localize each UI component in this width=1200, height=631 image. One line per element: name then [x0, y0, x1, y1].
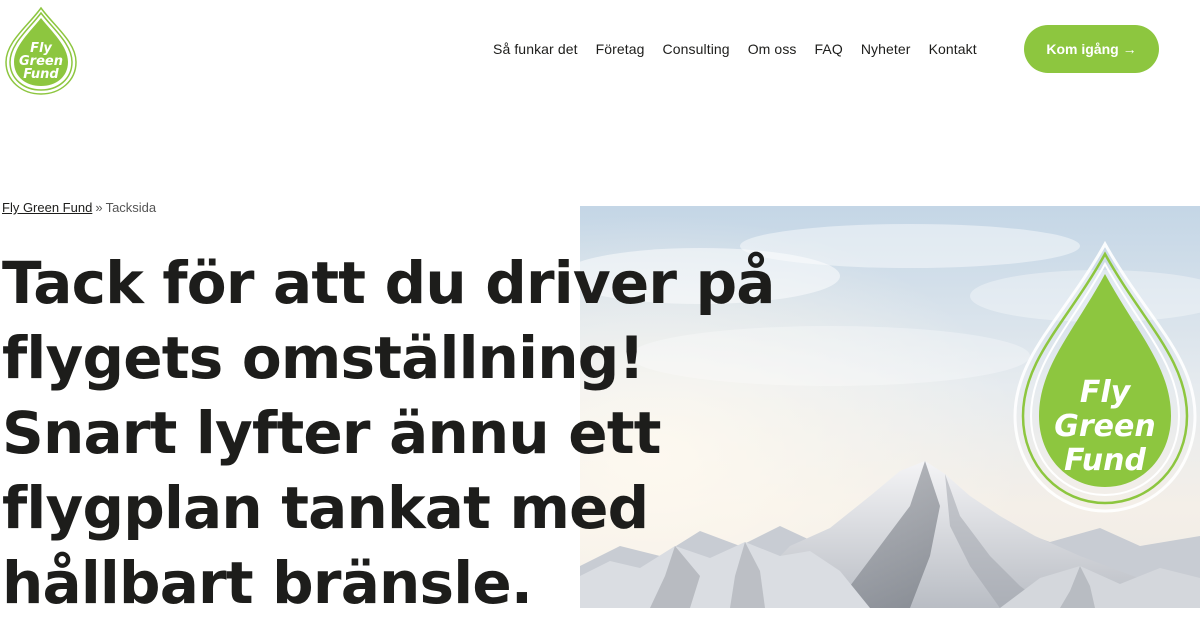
- nav-item-nyheter[interactable]: Nyheter: [861, 41, 911, 57]
- nav-item-consulting[interactable]: Consulting: [663, 41, 730, 57]
- headline-line: hållbart bränsle.: [2, 549, 533, 617]
- breadcrumb-current: Tacksida: [105, 200, 157, 215]
- breadcrumb-home-link[interactable]: Fly Green Fund: [2, 200, 92, 215]
- svg-text:Fund: Fund: [1064, 443, 1146, 478]
- svg-text:Green: Green: [1054, 409, 1155, 444]
- headline-line: Snart lyfter ännu ett: [2, 399, 662, 467]
- headline-line: Tack för att du driver på: [2, 249, 775, 317]
- nav-item-om-oss[interactable]: Om oss: [748, 41, 797, 57]
- nav-item-faq[interactable]: FAQ: [815, 41, 843, 57]
- breadcrumb: Fly Green Fund» Tacksida: [2, 200, 156, 215]
- get-started-button[interactable]: Kom igång →: [1024, 25, 1159, 73]
- logo-drop-icon: Fly Green Fund: [5, 6, 77, 95]
- main-nav: Så funkar det Företag Consulting Om oss …: [484, 38, 986, 60]
- logo[interactable]: Fly Green Fund: [0, 4, 82, 96]
- nav-item-sa-funkar-det[interactable]: Så funkar det: [493, 41, 578, 57]
- nav-item-kontakt[interactable]: Kontakt: [929, 41, 977, 57]
- breadcrumb-separator: »: [95, 200, 103, 215]
- svg-text:Fund: Fund: [23, 67, 59, 82]
- headline-line: flygplan tankat med: [2, 474, 649, 542]
- svg-text:Fly: Fly: [1080, 375, 1132, 410]
- page-title: Tack för att du driver på flygets omstäl…: [2, 246, 775, 621]
- headline-line: flygets omställning!: [2, 324, 645, 392]
- nav-item-foretag[interactable]: Företag: [596, 41, 645, 57]
